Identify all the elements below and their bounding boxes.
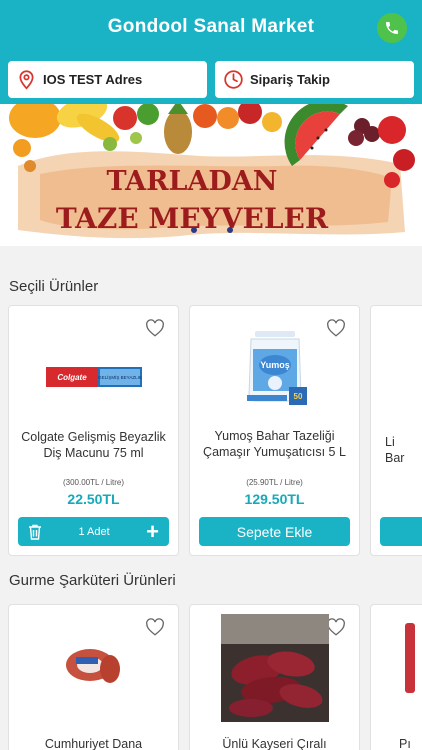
section-title-deli: Gurme Şarküteri Ürünleri: [9, 572, 176, 589]
product-name: Cumhuriyet Dana: [44, 737, 143, 750]
fruits-banner-image: TARLADAN TAZE MEYVELER: [0, 104, 422, 246]
product-price: 22.50TL: [67, 491, 120, 507]
svg-text:Colgate: Colgate: [57, 373, 87, 382]
address-button[interactable]: IOS TEST Adres: [8, 61, 207, 98]
product-image-pastirma: [190, 614, 359, 722]
quantity-label: 1 Adet: [78, 525, 110, 538]
product-name-partial: Li Bar: [385, 435, 405, 465]
product-name: Yumoş Bahar Tazeliği Çamaşır Yumuşatıcıs…: [203, 429, 346, 459]
product-card[interactable]: Cumhuriyet Dana: [8, 604, 179, 750]
clock-icon: [223, 69, 244, 90]
product-image-partial: [405, 623, 415, 693]
call-button[interactable]: [377, 13, 407, 43]
product-price: 129.50TL: [244, 491, 305, 507]
product-card[interactable]: Yumoş 50 Yumoş Bahar Tazeliği Çamaşır Yu…: [189, 305, 360, 556]
product-name: Ünlü Kayseri Çıralı: [222, 737, 327, 750]
add-to-cart-button[interactable]: Sepete Ekle: [199, 517, 350, 546]
app-title: Gondool Sanal Market: [107, 16, 315, 37]
order-tracking-button[interactable]: Sipariş Takip: [215, 61, 414, 98]
product-card-partial[interactable]: Li Bar: [370, 305, 422, 556]
svg-text:GELİŞMİŞ BEYAZLIK: GELİŞMİŞ BEYAZLIK: [98, 374, 142, 380]
favorite-heart-icon[interactable]: [145, 618, 165, 636]
product-unit-price: (300.00TL / Litre): [62, 478, 125, 487]
quantity-stepper: 1 Adet +: [18, 517, 169, 546]
favorite-heart-icon[interactable]: [145, 319, 165, 337]
app-header: Gondool Sanal Market IOS TEST Adres Sipa…: [0, 0, 422, 104]
location-pin-icon: [16, 69, 37, 90]
svg-text:50: 50: [293, 392, 302, 401]
product-image-softener: Yumoş 50: [190, 330, 359, 408]
order-tracking-label: Sipariş Takip: [250, 72, 330, 87]
phone-icon: [386, 22, 398, 34]
address-label: IOS TEST Adres: [43, 72, 143, 87]
banner-line1: TARLADAN: [107, 166, 278, 197]
product-unit-price: (25.90TL / Litre): [246, 478, 303, 487]
product-image-toothpaste: Colgate GELİŞMİŞ BEYAZLIK: [9, 362, 178, 392]
product-card[interactable]: Colgate GELİŞMİŞ BEYAZLIK Colgate Gelişm…: [8, 305, 179, 556]
svg-text:Yumoş: Yumoş: [260, 360, 290, 370]
add-to-cart-button-partial[interactable]: [380, 517, 422, 546]
product-name: Colgate Gelişmiş Beyazlik Diş Macunu 75 …: [21, 430, 166, 460]
promo-banner[interactable]: TARLADAN TAZE MEYVELER: [0, 104, 422, 246]
section-title-featured: Seçili Ürünler: [9, 278, 99, 295]
plus-icon[interactable]: +: [146, 520, 159, 543]
product-card[interactable]: Ünlü Kayseri Çıralı: [189, 604, 360, 750]
product-name-partial: Pı: [399, 737, 411, 750]
trash-icon[interactable]: [28, 524, 42, 540]
product-image-sausage: [9, 639, 178, 691]
product-card-partial[interactable]: Pı: [370, 604, 422, 750]
